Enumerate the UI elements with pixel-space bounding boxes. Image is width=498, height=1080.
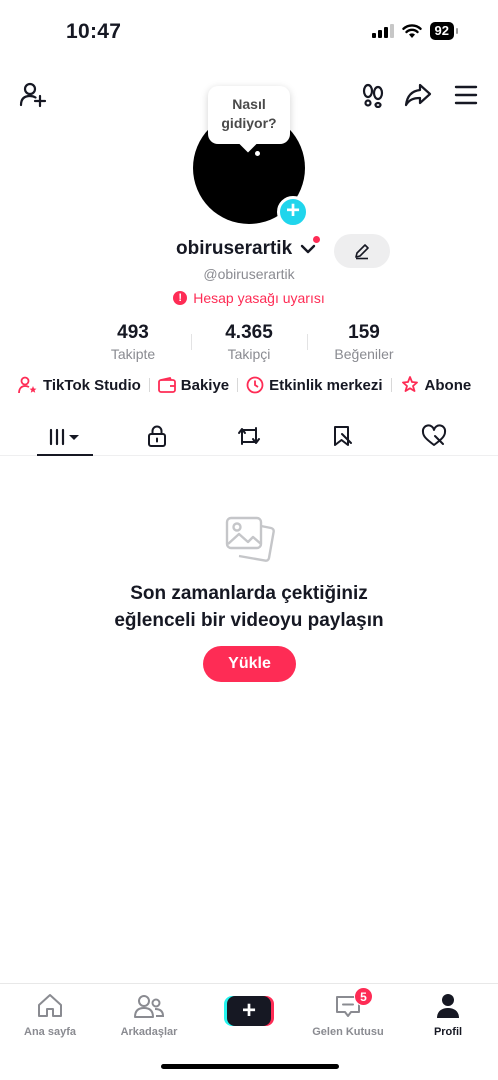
stat-label: Takipçi [227,346,271,362]
clock-icon [246,376,264,394]
balance-link[interactable]: Bakiye [157,376,230,394]
nav-label: Ana sayfa [24,1026,76,1038]
stat-followers[interactable]: 4.365 Takipçi [194,322,304,362]
nav-friends[interactable]: Arkadaşlar [101,990,197,1038]
profile-icon [437,994,459,1018]
add-photo-icon[interactable]: + [277,196,309,228]
empty-line-1: Son zamanlarda çektiğiniz [130,583,368,604]
signal-icon [371,24,394,38]
username-row: obiruserartik [0,234,498,268]
link-label: TikTok Studio [43,376,141,394]
content-tabs [0,416,498,456]
bookmark-icon [334,426,352,446]
home-icon [38,994,62,1017]
user-handle: @obiruserartik [203,266,295,282]
stat-following[interactable]: 493 Takipte [78,322,188,362]
stat-value: 159 [348,322,380,343]
nav-inbox[interactable]: Gelen Kutusu [300,990,396,1038]
profile-stats: 493 Takipte 4.365 Takipçi 159 Beğeniler [0,322,498,364]
menu-icon[interactable] [451,80,481,110]
create-button[interactable]: + [224,996,274,1026]
stat-divider [191,334,192,350]
wallet-icon [157,377,176,393]
pencil-icon [355,244,369,260]
nav-label: Arkadaşlar [120,1026,178,1038]
empty-state-message: Son zamanlarda çektiğiniz eğlenceli bir … [0,580,498,634]
tab-saved[interactable] [314,416,370,456]
tab-private[interactable] [129,416,185,456]
link-label: Bakiye [180,376,230,394]
liked-icon [421,424,447,446]
lock-icon [148,425,166,447]
link-label: Etkinlik merkezi [269,376,383,394]
stat-divider [307,334,308,350]
star-hand-icon [401,376,418,392]
activity-center-link[interactable]: Etkinlik merkezi [246,376,383,394]
photo-placeholder-icon [225,516,275,562]
status-time: 10:47 [66,20,122,43]
inbox-badge: 5 [354,987,373,1006]
divider [148,378,150,392]
nav-profile[interactable]: Profil [400,990,496,1038]
status-icons: 92 [371,22,459,40]
home-indicator [161,1064,339,1069]
divider [237,378,239,392]
stat-value: 4.365 [225,322,273,343]
stat-likes[interactable]: 159 Beğeniler [309,322,419,362]
bubble-line-2: gidiyor? [221,115,277,131]
friends-icon [134,995,165,1018]
upload-button[interactable]: Yükle [203,646,296,682]
bubble-line-1: Nasıl [232,96,266,112]
videos-grid-icon [49,428,79,446]
share-icon[interactable] [403,80,433,110]
active-tab-indicator [37,454,93,456]
tab-videos[interactable] [37,416,93,456]
person-star-icon [18,376,37,394]
nav-label: Profil [433,1026,463,1038]
status-bar: 10:47 92 [0,0,498,70]
nav-home[interactable]: Ana sayfa [2,990,98,1038]
stat-label: Beğeniler [334,346,394,362]
stat-value: 493 [117,322,149,343]
create-plus-icon: + [227,996,271,1026]
quick-links: TikTok Studio Bakiye Etkinlik merkezi Ab… [18,373,471,397]
stat-label: Takipte [110,346,156,362]
bubble-dot [255,151,260,156]
warning-text: Hesap yasağı uyarısı [193,290,325,306]
nav-label: Gelen Kutusu [312,1026,384,1038]
repost-icon [238,427,260,445]
empty-line-2: eğlenceli bir videoyu paylaşın [114,610,384,631]
link-label: Abone [424,376,472,394]
account-warning[interactable]: ! Hesap yasağı uyarısı [0,290,498,306]
wifi-icon [401,23,422,38]
divider [390,378,392,392]
add-friend-icon[interactable] [18,80,48,110]
subscribe-link[interactable]: Abone [400,376,472,394]
tab-reposts[interactable] [221,416,277,456]
notification-dot [313,236,320,243]
tiktok-studio-link[interactable]: TikTok Studio [18,376,141,394]
footprints-icon[interactable] [358,80,388,110]
alert-icon: ! [173,291,188,305]
tab-liked[interactable] [406,416,462,456]
edit-profile-button[interactable] [334,234,390,268]
status-bubble[interactable]: Nasıl gidiyor? [208,86,290,144]
battery-indicator: 92 [429,22,459,40]
username[interactable]: obiruserartik [176,238,292,260]
